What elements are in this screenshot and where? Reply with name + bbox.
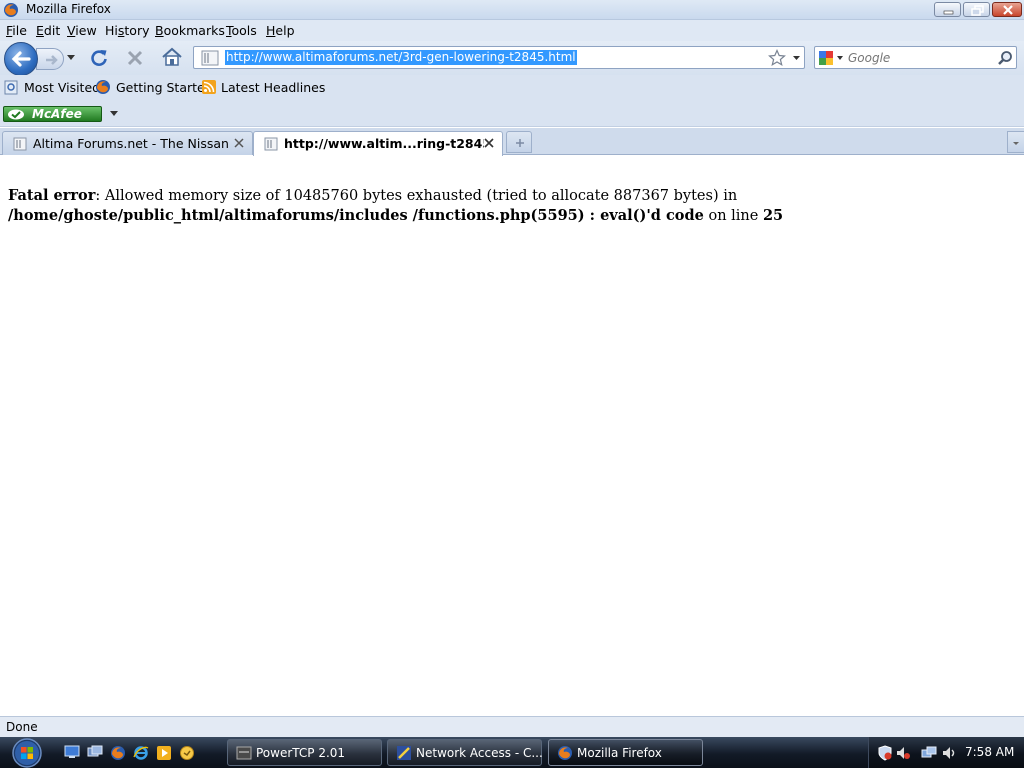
status-text: Done: [6, 720, 38, 734]
muted-speaker-icon[interactable]: [895, 745, 911, 761]
new-tab-button[interactable]: [506, 131, 532, 153]
menu-history[interactable]: History: [105, 23, 149, 38]
volume-icon[interactable]: [941, 745, 957, 761]
php-error-message: Fatal error: Allowed memory size of 1048…: [8, 186, 1008, 226]
media-player-icon[interactable]: [156, 745, 172, 761]
plus-icon: [516, 139, 524, 147]
mcafee-check-icon: [8, 109, 24, 120]
taskbar-powertcp[interactable]: PowerTCP 2.01: [227, 739, 382, 766]
tab-list-button[interactable]: [1007, 131, 1024, 153]
firefox-icon: [96, 80, 110, 94]
search-engine-dropdown-icon[interactable]: [837, 56, 843, 60]
home-icon[interactable]: [161, 47, 183, 67]
mcafee-label: McAfee: [32, 107, 82, 121]
url-text[interactable]: http://www.altimaforums.net/3rd-gen-lowe…: [225, 50, 577, 65]
chevron-down-icon: [1013, 142, 1019, 145]
forward-button[interactable]: [36, 48, 64, 70]
bookmark-star-icon[interactable]: [768, 49, 786, 67]
search-input[interactable]: [848, 49, 994, 66]
stop-icon[interactable]: [126, 49, 144, 67]
back-arrow-icon: [11, 51, 31, 67]
bookmarks-toolbar: Most Visited Getting Started Latest Head…: [0, 75, 1024, 101]
window-title: Mozilla Firefox: [26, 2, 111, 16]
network-access-icon: [397, 746, 411, 760]
error-line-text: on line: [703, 208, 763, 224]
reload-icon[interactable]: [89, 48, 109, 68]
menu-help[interactable]: Help: [266, 23, 295, 38]
clock[interactable]: 7:58 AM: [965, 745, 1014, 759]
error-text: : Allowed memory size of 10485760 bytes …: [95, 188, 738, 204]
error-line-number: 25: [762, 207, 784, 224]
messenger-icon[interactable]: [179, 745, 195, 761]
search-box[interactable]: [814, 46, 1017, 69]
windows-taskbar: PowerTCP 2.01 Network Access - C... Mozi…: [0, 737, 1024, 768]
start-button[interactable]: [2, 737, 48, 768]
page-icon: [264, 137, 278, 151]
status-bar: Done: [0, 716, 1024, 737]
page-icon: [13, 137, 27, 151]
internet-explorer-icon[interactable]: [133, 745, 149, 761]
powertcp-icon: [236, 746, 252, 760]
system-tray: 7:58 AM: [868, 737, 1024, 768]
switch-windows-icon[interactable]: [87, 745, 103, 759]
menu-tools[interactable]: Tools: [226, 23, 257, 38]
page-icon: [201, 50, 219, 66]
security-shield-icon[interactable]: [877, 745, 893, 761]
menu-edit[interactable]: Edit: [36, 23, 60, 38]
forward-arrow-icon: [46, 55, 58, 65]
firefox-icon[interactable]: [110, 745, 126, 761]
search-icon[interactable]: [997, 50, 1013, 66]
error-file-path: /home/ghoste/public_html/altimaforums/in…: [8, 207, 704, 224]
menu-view[interactable]: View: [67, 23, 97, 38]
restore-icon: [971, 5, 984, 16]
minimize-icon: [943, 10, 954, 15]
rss-feed-icon: [202, 80, 216, 94]
mcafee-button[interactable]: McAfee: [3, 106, 102, 122]
title-bar: Mozilla Firefox: [0, 0, 1024, 20]
show-desktop-icon[interactable]: [64, 745, 80, 759]
close-tab-icon[interactable]: [484, 138, 494, 148]
minimize-button[interactable]: [934, 2, 961, 17]
back-button[interactable]: [4, 42, 38, 76]
url-dropdown-icon[interactable]: [793, 56, 800, 61]
menu-bar: File Edit View History Bookmarks Tools H…: [0, 20, 1024, 41]
mcafee-toolbar: McAfee: [0, 101, 1024, 127]
google-icon[interactable]: [818, 50, 834, 66]
menu-file[interactable]: File: [6, 23, 27, 38]
taskbar-network-access[interactable]: Network Access - C...: [387, 739, 543, 766]
tab-altima-forums[interactable]: Altima Forums.net - The Nissan Alti...: [2, 131, 253, 155]
mcafee-dropdown-icon[interactable]: [110, 111, 118, 117]
history-dropdown-icon[interactable]: [67, 55, 75, 61]
close-icon: [1003, 5, 1013, 15]
firefox-icon: [558, 746, 572, 760]
close-window-button[interactable]: [992, 2, 1022, 17]
page-content: Fatal error: Allowed memory size of 1048…: [0, 156, 1024, 716]
close-tab-icon[interactable]: [234, 138, 244, 148]
network-icon[interactable]: [921, 745, 937, 761]
restore-button[interactable]: [963, 2, 990, 17]
firefox-icon: [4, 3, 18, 17]
smart-bookmark-icon: [4, 80, 18, 95]
tab-current-page[interactable]: http://www.altim...ring-t2845.html: [253, 131, 503, 156]
menu-bookmarks[interactable]: Bookmarks: [155, 23, 225, 38]
error-label: Fatal error: [8, 187, 96, 204]
address-bar[interactable]: http://www.altimaforums.net/3rd-gen-lowe…: [193, 46, 805, 69]
taskbar-mozilla-firefox[interactable]: Mozilla Firefox: [548, 739, 703, 766]
